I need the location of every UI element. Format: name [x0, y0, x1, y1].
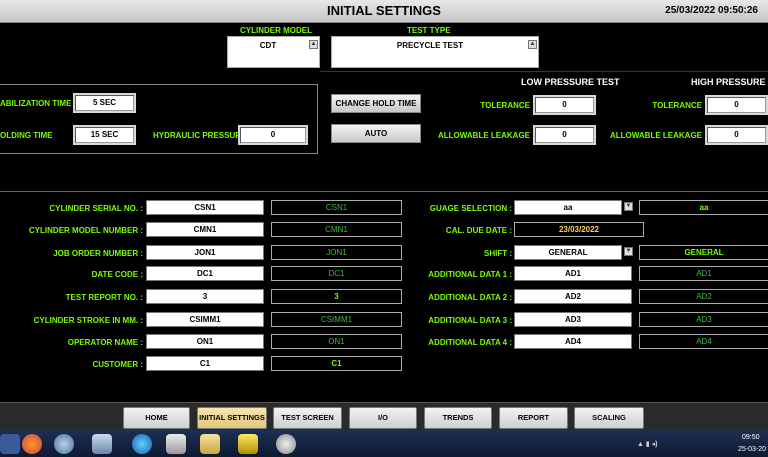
customer-display: C1	[271, 356, 402, 371]
labview-icon[interactable]	[238, 434, 258, 454]
test-type-value: PRECYCLE TEST	[396, 41, 464, 50]
cylinder-stroke-input[interactable]: CSIMM1	[146, 312, 264, 327]
document-icon[interactable]	[92, 434, 112, 454]
additional-data-label: ADDITIONAL DATA 2 :	[428, 293, 512, 302]
gauge-selection-display: aa	[639, 200, 768, 215]
paint-icon[interactable]	[276, 434, 296, 454]
high-tolerance-input[interactable]: 0	[705, 95, 768, 115]
date-code-input[interactable]: DC1	[146, 266, 264, 281]
operator-name-display: ON1	[271, 334, 402, 349]
additional-data-4-display: AD4	[639, 334, 768, 349]
additional-data-1-display: AD1	[639, 266, 768, 281]
tray-icons[interactable]: ▲ ▮ ◂)	[637, 440, 658, 448]
firefox-icon[interactable]	[22, 434, 42, 454]
field-label: CYLINDER STROKE IN MM. :	[33, 316, 143, 325]
low-leakage-label: ALLOWABLE LEAKAGE	[438, 131, 530, 140]
taskbar-time: 09:50	[742, 434, 760, 441]
dropdown-arrow-icon[interactable]: ▼	[624, 247, 633, 256]
additional-data-label: ADDITIONAL DATA 1 :	[428, 270, 512, 279]
page-title: INITIAL SETTINGS	[327, 3, 441, 18]
field-label: CYLINDER MODEL NUMBER :	[28, 226, 143, 235]
nav-report-button[interactable]: REPORT	[499, 407, 568, 429]
field-label: TEST REPORT NO. :	[65, 293, 143, 302]
stabilization-time-input[interactable]: 5 SEC	[73, 93, 136, 113]
taskbar-date: 25-03-20	[738, 446, 767, 453]
nav-initial-settings-button[interactable]: INITIAL SETTINGS	[197, 407, 267, 429]
field-label: CYLINDER SERIAL NO. :	[49, 204, 143, 213]
job-order-number-input[interactable]: JON1	[146, 245, 264, 260]
field-label: OPERATOR NAME :	[67, 338, 143, 347]
additional-data-2-input[interactable]: AD2	[514, 289, 632, 304]
datetime-display: 25/03/2022 09:50:26	[665, 5, 758, 16]
stabilization-time-label: ABILIZATION TIME	[0, 99, 72, 108]
scroll-up-icon[interactable]: ▲	[309, 40, 318, 49]
nav-test-screen-button[interactable]: TEST SCREEN	[273, 407, 342, 429]
scroll-up-icon[interactable]: ▲	[528, 40, 537, 49]
high-pressure-title: HIGH PRESSURE T	[691, 77, 768, 87]
dropdown-arrow-icon[interactable]: ▼	[624, 202, 633, 211]
date-code-display: DC1	[271, 266, 402, 281]
cylinder-stroke-display: CSIMM1	[271, 312, 402, 327]
gauge-selection-label: GUAGE SELECTION :	[429, 204, 512, 213]
additional-data-1-input[interactable]: AD1	[514, 266, 632, 281]
low-pressure-title: LOW PRESSURE TEST	[521, 77, 620, 87]
hydraulic-pressure-label: HYDRAULIC PRESSURE	[153, 131, 247, 140]
shift-select[interactable]: GENERAL	[514, 245, 622, 260]
gauge-selection-select[interactable]: aa	[514, 200, 622, 215]
test-type-select[interactable]: PRECYCLE TEST ▲	[331, 36, 539, 68]
additional-data-2-display: AD2	[639, 289, 768, 304]
field-label: CUSTOMER :	[92, 360, 143, 369]
cylinder-serial-display: CSN1	[271, 200, 402, 215]
nav-home-button[interactable]: HOME	[123, 407, 190, 429]
start-icon[interactable]	[0, 434, 20, 454]
nav-io-button[interactable]: I/O	[349, 407, 417, 429]
low-tolerance-input[interactable]: 0	[533, 95, 596, 115]
hydraulic-pressure-input[interactable]: 0	[238, 125, 308, 145]
test-report-no-display: 3	[271, 289, 402, 304]
cylinder-serial-input[interactable]: CSN1	[146, 200, 264, 215]
cylinder-model-number-input[interactable]: CMN1	[146, 222, 264, 237]
cylinder-model-value: CDT	[259, 41, 277, 50]
high-leakage-input[interactable]: 0	[705, 125, 768, 145]
cylinder-model-label: CYLINDER MODEL	[240, 26, 312, 35]
section-divider	[0, 191, 768, 192]
additional-data-3-input[interactable]: AD3	[514, 312, 632, 327]
cal-due-date-label: CAL. DUE DATE :	[445, 226, 512, 235]
change-hold-time-button[interactable]: CHANGE HOLD TIME	[331, 94, 421, 113]
internet-explorer-icon[interactable]	[132, 434, 152, 454]
holding-time-input[interactable]: 15 SEC	[73, 125, 136, 145]
high-tolerance-label: TOLERANCE	[652, 101, 702, 110]
cal-due-date-display: 23/03/2022	[514, 222, 644, 237]
high-leakage-label: ALLOWABLE LEAKAGE	[610, 131, 702, 140]
cylinder-model-number-display: CMN1	[271, 222, 402, 237]
customer-input[interactable]: C1	[146, 356, 264, 371]
operator-name-input[interactable]: ON1	[146, 334, 264, 349]
auto-button[interactable]: AUTO	[331, 124, 421, 143]
test-report-no-input[interactable]: 3	[146, 289, 264, 304]
additional-data-label: ADDITIONAL DATA 3 :	[428, 316, 512, 325]
low-leakage-input[interactable]: 0	[533, 125, 596, 145]
app-icon[interactable]	[166, 434, 186, 454]
nav-scaling-button[interactable]: SCALING	[574, 407, 644, 429]
field-label: JOB ORDER NUMBER :	[53, 249, 143, 258]
additional-data-4-input[interactable]: AD4	[514, 334, 632, 349]
low-tolerance-label: TOLERANCE	[480, 101, 530, 110]
field-label: DATE CODE :	[91, 270, 143, 279]
nav-trends-button[interactable]: TRENDS	[424, 407, 492, 429]
additional-data-3-display: AD3	[639, 312, 768, 327]
cylinder-model-select[interactable]: CDT ▲	[227, 36, 320, 68]
folder-icon[interactable]	[200, 434, 220, 454]
media-player-icon[interactable]	[54, 434, 74, 454]
holding-time-label: OLDING TIME	[0, 131, 53, 140]
shift-label: SHIFT :	[484, 249, 512, 258]
additional-data-label: ADDITIONAL DATA 4 :	[428, 338, 512, 347]
shift-display: GENERAL	[639, 245, 768, 260]
red-divider	[320, 71, 768, 72]
job-order-number-display: JON1	[271, 245, 402, 260]
test-type-label: TEST TYPE	[407, 26, 451, 35]
